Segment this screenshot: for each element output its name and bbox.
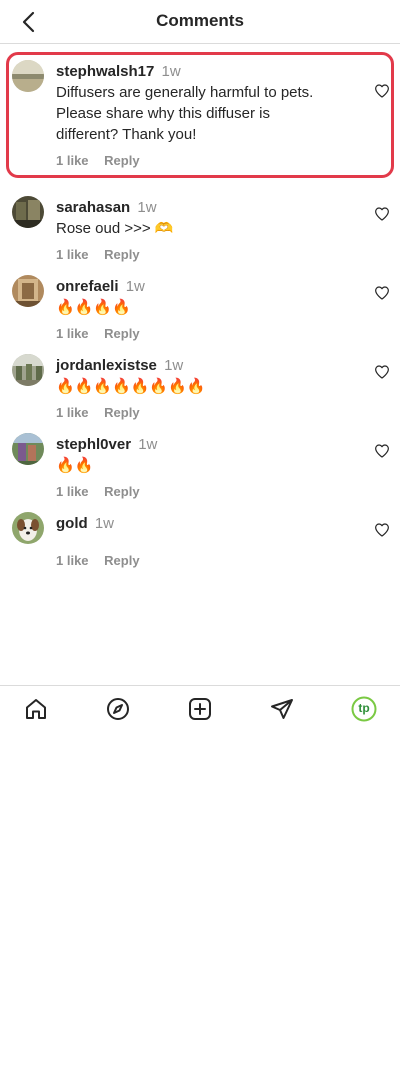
- avatar[interactable]: [12, 275, 44, 307]
- comment-time: 1w: [125, 278, 145, 295]
- comment-text-line: Please share why this diffuser is: [56, 105, 270, 122]
- heart-icon[interactable]: [374, 522, 390, 538]
- comment-time: 1w: [138, 436, 158, 453]
- comment-item: gold 1w 1 like Reply: [0, 496, 400, 575]
- comment-username[interactable]: sarahasan: [56, 199, 130, 216]
- comment-text-line: Diffusers are generally harmful to pets.: [56, 84, 314, 101]
- compass-icon: [107, 698, 129, 720]
- heart-icon[interactable]: [374, 206, 390, 222]
- comment-item: jordanlexistse 1w 🔥🔥🔥🔥🔥🔥🔥🔥 1 like Reply: [0, 338, 400, 420]
- comment-time: 1w: [94, 515, 115, 532]
- bottom-nav: tp: [0, 685, 400, 731]
- comment-username[interactable]: gold: [56, 515, 88, 532]
- nav-home[interactable]: [23, 696, 49, 722]
- heart-icon[interactable]: [374, 83, 390, 99]
- like-count[interactable]: 1 like: [56, 153, 89, 168]
- nav-create[interactable]: [187, 696, 213, 722]
- comment-item: sarahasan 1w Rose oud >>> 🫶 1 like Reply: [0, 180, 400, 262]
- avatar[interactable]: [12, 196, 44, 228]
- comment-text: 🔥🔥: [56, 457, 94, 474]
- heart-icon[interactable]: [374, 443, 390, 459]
- comment-time: 1w: [161, 63, 181, 80]
- header-bar: Comments: [0, 0, 400, 44]
- avatar[interactable]: [12, 60, 44, 92]
- plus-square-icon: [189, 698, 211, 720]
- heart-icon[interactable]: [374, 285, 390, 301]
- comment-text: [56, 534, 356, 542]
- comment-time: 1w: [164, 357, 184, 374]
- comment-time: 1w: [137, 199, 157, 216]
- comment-username[interactable]: stephwalsh17: [56, 63, 154, 80]
- comment-username[interactable]: stephl0ver: [56, 436, 131, 453]
- avatar[interactable]: [12, 354, 44, 386]
- nav-explore[interactable]: [105, 696, 131, 722]
- comment-item: stephwalsh17 1w Diffusers are generally …: [0, 44, 400, 180]
- heart-icon[interactable]: [374, 364, 390, 380]
- nav-profile[interactable]: tp: [351, 696, 377, 722]
- comment-item: onrefaeli 1w 🔥🔥🔥🔥 1 like Reply: [0, 259, 400, 341]
- comment-text: Diffusers are generally harmful to pets.…: [56, 82, 356, 145]
- comment-username[interactable]: onrefaeli: [56, 278, 119, 295]
- nav-direct[interactable]: [269, 696, 295, 722]
- reply-button[interactable]: Reply: [104, 153, 139, 168]
- comment-item: stephl0ver 1w 🔥🔥 1 like Reply: [0, 417, 400, 499]
- home-icon: [26, 699, 46, 719]
- like-count[interactable]: 1 like: [56, 553, 89, 568]
- avatar[interactable]: [12, 433, 44, 465]
- comment-list: stephwalsh17 1w Diffusers are generally …: [0, 44, 400, 575]
- comment-text: 🔥🔥🔥🔥🔥🔥🔥🔥: [56, 378, 206, 395]
- comment-text-line: different? Thank you!: [56, 126, 197, 143]
- comment-text: 🔥🔥🔥🔥: [56, 299, 131, 316]
- profile-initials: tp: [358, 701, 370, 715]
- page-title: Comments: [156, 11, 244, 30]
- reply-button[interactable]: Reply: [104, 553, 139, 568]
- comment-text: Rose oud >>> 🫶: [56, 220, 174, 237]
- avatar[interactable]: [12, 512, 44, 544]
- send-icon: [271, 699, 293, 719]
- comment-username[interactable]: jordanlexistse: [56, 357, 157, 374]
